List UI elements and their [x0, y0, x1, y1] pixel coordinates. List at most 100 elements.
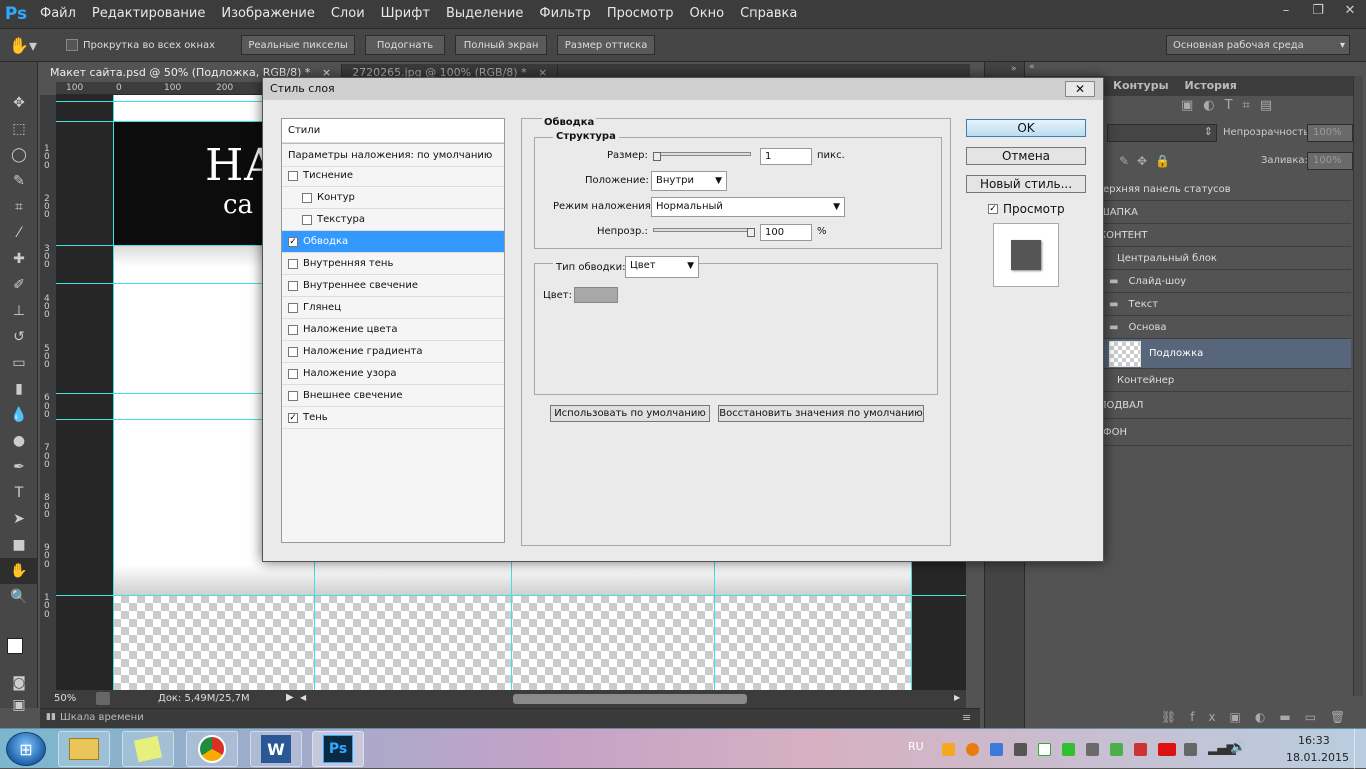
- style-item-color-overlay[interactable]: Наложение цвета: [282, 319, 504, 341]
- healing-icon[interactable]: ✚: [0, 246, 38, 272]
- preview-toggle[interactable]: ✓ Просмотр: [988, 202, 1065, 216]
- scroll-right-icon[interactable]: ▶: [954, 693, 960, 702]
- menu-view[interactable]: Просмотр: [599, 0, 682, 28]
- start-button[interactable]: ⊞: [6, 732, 46, 766]
- tray-app-icon[interactable]: [1110, 743, 1123, 756]
- checkbox[interactable]: [302, 192, 312, 203]
- move-icon[interactable]: ✥: [0, 90, 38, 116]
- show-desktop-button[interactable]: [1354, 729, 1366, 769]
- position-select[interactable]: Внутри ▼: [651, 171, 727, 191]
- lasso-icon[interactable]: ◯: [0, 142, 38, 168]
- checkbox-checked[interactable]: ✓: [288, 236, 298, 247]
- zoom-level[interactable]: 50%: [54, 693, 76, 704]
- opacity-slider[interactable]: [653, 228, 755, 237]
- timeline-collapse-icon[interactable]: ▮▮: [46, 712, 56, 722]
- horizontal-scrollbar-thumb[interactable]: [513, 694, 747, 704]
- tab-paths[interactable]: Контуры: [1105, 76, 1177, 96]
- word-icon[interactable]: W: [250, 731, 302, 767]
- restore-button[interactable]: ❐: [1302, 0, 1334, 20]
- tray-app-icon[interactable]: [942, 743, 955, 756]
- checkbox[interactable]: [288, 390, 298, 401]
- timeline-label[interactable]: Шкала времени: [60, 712, 144, 723]
- sticky-notes-icon[interactable]: [122, 731, 174, 767]
- tray-app-icon[interactable]: [1184, 743, 1197, 756]
- checkbox-checked[interactable]: ✓: [288, 412, 298, 423]
- style-item-emboss[interactable]: Тиснение: [282, 165, 504, 187]
- style-item-inner-shadow[interactable]: Внутренняя тень: [282, 253, 504, 275]
- full-screen-button[interactable]: Полный экран: [455, 35, 548, 55]
- ok-button[interactable]: OK: [966, 119, 1086, 137]
- scroll-all-checkbox[interactable]: [66, 39, 78, 51]
- style-item-inner-glow[interactable]: Внутреннее свечение: [282, 275, 504, 297]
- menu-filter[interactable]: Фильтр: [531, 0, 598, 28]
- screen-mode-icon[interactable]: ▣: [0, 692, 38, 718]
- tray-app-icon[interactable]: [1134, 743, 1147, 756]
- style-item-contour[interactable]: Контур: [282, 187, 504, 209]
- stamp-icon[interactable]: ⊥: [0, 298, 38, 324]
- status-menu-arrow-icon[interactable]: ▶: [286, 692, 294, 703]
- menu-select[interactable]: Выделение: [438, 0, 531, 28]
- checkbox[interactable]: [288, 346, 298, 357]
- menu-help[interactable]: Справка: [732, 0, 805, 28]
- quick-select-icon[interactable]: ✎: [0, 168, 38, 194]
- style-item-drop-shadow[interactable]: ✓ Тень: [282, 407, 504, 429]
- size-slider[interactable]: [653, 152, 751, 161]
- foreground-color-swatch[interactable]: [7, 638, 23, 654]
- workspace-select[interactable]: Основная рабочая среда ▾: [1166, 35, 1350, 55]
- chrome-icon[interactable]: [186, 731, 238, 767]
- style-item-gradient-overlay[interactable]: Наложение градиента: [282, 341, 504, 363]
- checkbox[interactable]: [288, 258, 298, 269]
- close-window-button[interactable]: ✕: [1334, 0, 1366, 20]
- language-indicator[interactable]: RU: [908, 740, 924, 753]
- reset-default-button[interactable]: Восстановить значения по умолчанию: [718, 405, 924, 422]
- style-item-satin[interactable]: Глянец: [282, 297, 504, 319]
- print-size-button[interactable]: Размер оттиска: [557, 35, 656, 55]
- checkbox[interactable]: [302, 214, 312, 225]
- type-icon[interactable]: T: [0, 480, 38, 506]
- tray-app-icon[interactable]: [1062, 743, 1075, 756]
- panel-expand-icon[interactable]: «: [1029, 62, 1035, 72]
- brush-icon[interactable]: ✐: [0, 272, 38, 298]
- pen-icon[interactable]: ✒: [0, 454, 38, 480]
- gradient-icon[interactable]: ▮: [0, 376, 38, 402]
- path-select-icon[interactable]: ➤: [0, 506, 38, 532]
- tray-app-icon[interactable]: [1038, 743, 1051, 756]
- menu-layers[interactable]: Слои: [323, 0, 373, 28]
- blur-icon[interactable]: 💧: [0, 402, 38, 428]
- style-item-stroke[interactable]: ✓ Обводка: [282, 231, 504, 253]
- blending-options-item[interactable]: Параметры наложения: по умолчанию: [282, 143, 504, 167]
- blend-mode-select[interactable]: ⇕: [1107, 124, 1217, 142]
- new-style-button[interactable]: Новый стиль...: [966, 175, 1086, 193]
- opacity-slider-knob[interactable]: [747, 228, 755, 237]
- fit-screen-button[interactable]: Подогнать: [365, 35, 446, 55]
- minimize-button[interactable]: –: [1270, 0, 1302, 20]
- tray-app-icon[interactable]: [990, 743, 1003, 756]
- crop-icon[interactable]: ⌗: [0, 194, 38, 220]
- status-info-icon[interactable]: [96, 692, 110, 705]
- checkbox[interactable]: [288, 302, 298, 313]
- size-slider-knob[interactable]: [653, 152, 661, 161]
- tray-app-icon[interactable]: [966, 743, 979, 756]
- checkbox[interactable]: [288, 368, 298, 379]
- menu-file[interactable]: Файл: [32, 0, 84, 28]
- shape-icon[interactable]: ■: [0, 532, 38, 558]
- checkbox[interactable]: [288, 170, 298, 181]
- history-brush-icon[interactable]: ↺: [0, 324, 38, 350]
- styles-header[interactable]: Стили: [282, 119, 504, 143]
- fill-type-select[interactable]: Цвет ▼: [625, 256, 699, 278]
- menu-image[interactable]: Изображение: [213, 0, 322, 28]
- hand-icon[interactable]: ✋: [0, 558, 38, 584]
- menu-type[interactable]: Шрифт: [373, 0, 438, 28]
- menu-edit[interactable]: Редактирование: [84, 0, 213, 28]
- panel-scrollbar[interactable]: [1353, 76, 1363, 696]
- cancel-button[interactable]: Отмена: [966, 147, 1086, 165]
- eraser-icon[interactable]: ▭: [0, 350, 38, 376]
- clock-date[interactable]: 18.01.2015: [1286, 751, 1349, 764]
- eyedropper-icon[interactable]: ⁄: [0, 220, 38, 246]
- tray-app-icon[interactable]: [1014, 743, 1027, 756]
- photoshop-icon[interactable]: Ps: [312, 731, 364, 767]
- style-item-texture[interactable]: Текстура: [282, 209, 504, 231]
- tab-history[interactable]: История: [1177, 76, 1245, 96]
- collapse-arrows-icon[interactable]: »: [1011, 64, 1024, 74]
- stroke-color-swatch[interactable]: [574, 287, 618, 303]
